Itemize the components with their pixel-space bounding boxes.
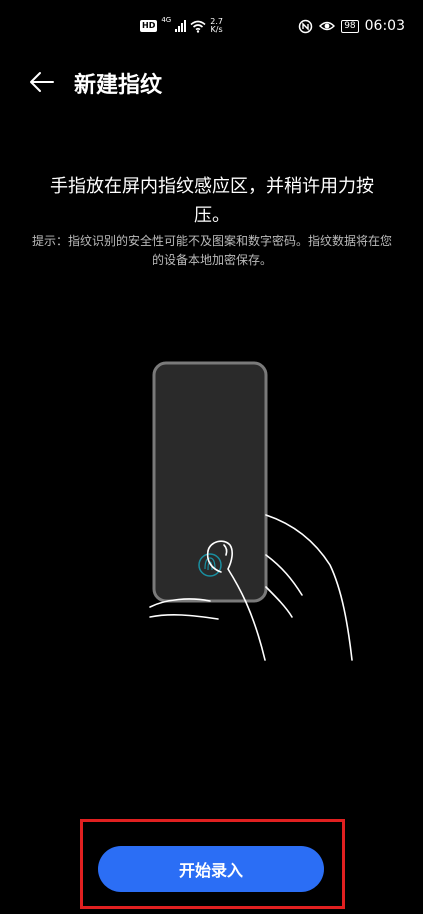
app-bar: 新建指纹	[0, 52, 423, 110]
page-title: 新建指纹	[74, 73, 163, 98]
hint-text: 提示：指纹识别的安全性可能不及图案和数字密码。指纹数据将在您的设备本地加密保存。	[31, 234, 392, 267]
clock: 06:03	[364, 18, 405, 34]
network-type: 4G	[161, 16, 172, 24]
nfc-icon	[298, 19, 313, 33]
status-right: 98 06:03	[298, 18, 405, 34]
start-enrollment-button[interactable]: 开始录入	[98, 846, 324, 892]
back-arrow-icon[interactable]	[28, 68, 56, 96]
instruction-text: 手指放在屏内指纹感应区，并稍许用力按压。	[50, 176, 374, 226]
speed-unit: K/s	[210, 25, 223, 34]
battery-indicator: 98	[341, 19, 359, 33]
signal-icon	[175, 20, 187, 32]
status-bar: HD 4G 2.7 K/s 98 06:03	[0, 0, 423, 52]
network-speed: 2.7 K/s	[210, 18, 223, 34]
eye-icon	[319, 21, 336, 31]
phone-outline	[152, 361, 268, 603]
fingerprint-illustration	[149, 361, 353, 661]
wifi-icon	[190, 20, 206, 33]
status-left: HD 4G 2.7 K/s	[140, 16, 223, 34]
hd-badge: HD	[140, 20, 158, 32]
